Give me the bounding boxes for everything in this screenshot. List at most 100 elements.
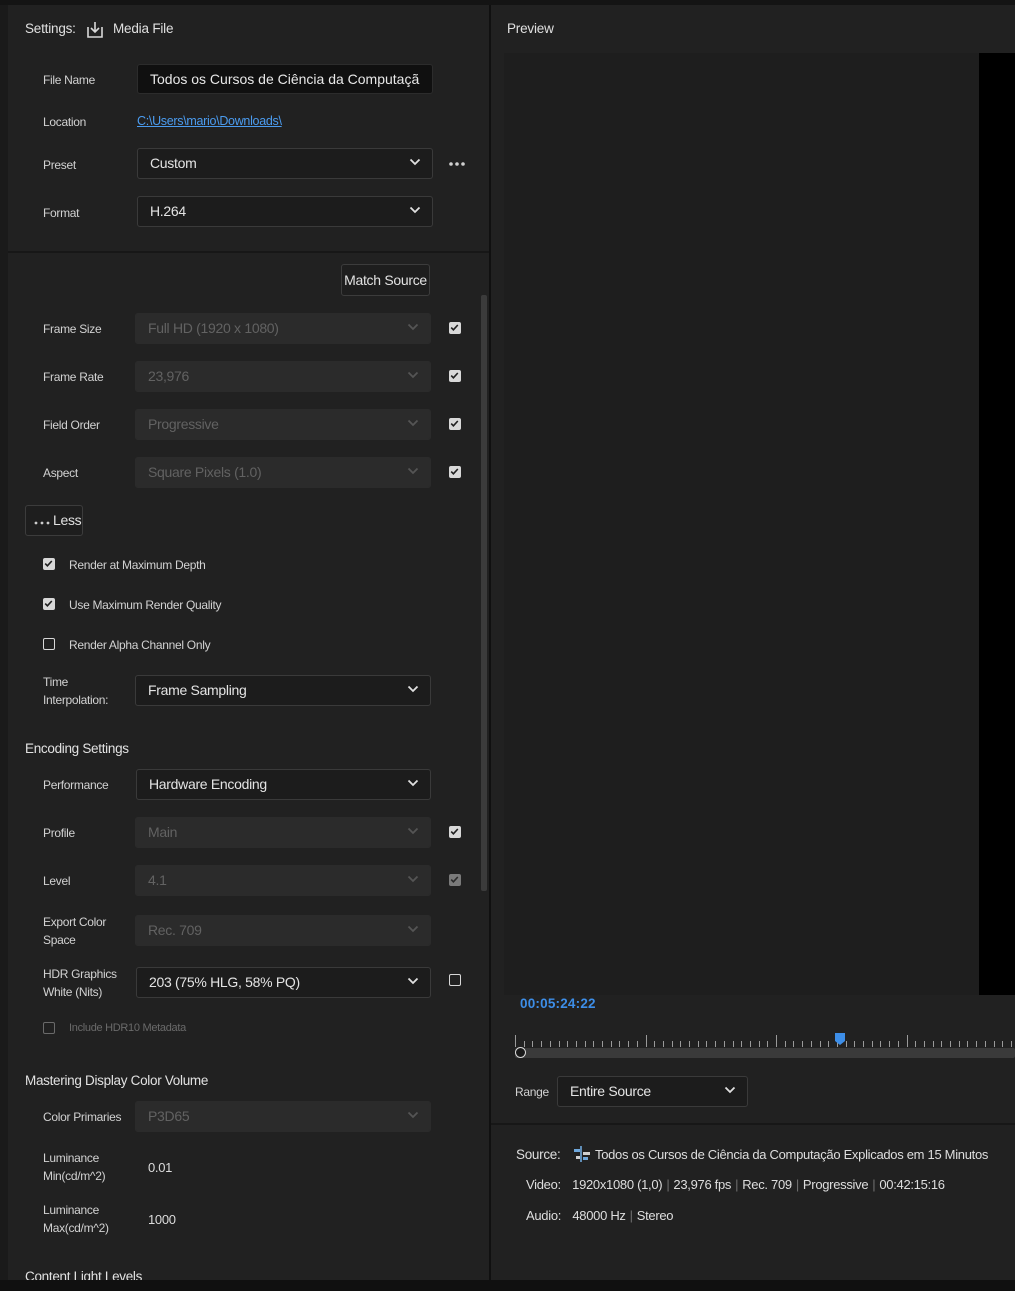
aspect-dropdown[interactable]: Square Pixels (1.0)	[135, 457, 431, 488]
location-label: Location	[43, 115, 86, 129]
lum-max-label-line1: Luminance	[43, 1203, 100, 1217]
export-color-label-line2: Space	[43, 933, 76, 947]
chevron-down-icon	[409, 197, 423, 226]
frame-size-dropdown[interactable]: Full HD (1920 x 1080)	[135, 313, 431, 344]
timeline-ruler[interactable]	[515, 1033, 1015, 1047]
ruler-tick	[732, 1041, 734, 1047]
less-button[interactable]: Less	[25, 505, 83, 536]
field-order-match-checkbox[interactable]	[449, 418, 461, 430]
ruler-tick	[680, 1041, 682, 1047]
max-render-quality-checkbox[interactable]	[43, 598, 55, 610]
export-color-value: Rec. 709	[148, 922, 202, 938]
video-scan: Progressive	[802, 1177, 869, 1192]
lum-min-value[interactable]: 0.01	[148, 1160, 172, 1175]
render-alpha-checkbox[interactable]	[43, 638, 55, 650]
time-interpolation-dropdown[interactable]: Frame Sampling	[135, 675, 431, 706]
export-color-label-line1: Export Color	[43, 915, 107, 929]
section-divider	[8, 251, 489, 253]
render-max-depth-checkbox[interactable]	[43, 558, 55, 570]
settings-panel: Settings: Media File File Name Todos os …	[8, 5, 489, 1280]
ruler-tick	[993, 1041, 995, 1047]
profile-dropdown[interactable]: Main	[135, 817, 431, 848]
frame-rate-match-checkbox[interactable]	[449, 370, 461, 382]
ruler-tick	[619, 1041, 621, 1047]
video-resolution: 1920x1080 (1,0)	[572, 1177, 663, 1192]
video-color: Rec. 709	[742, 1177, 792, 1192]
level-dropdown[interactable]: 4.1	[135, 865, 431, 896]
ruler-tick	[602, 1041, 603, 1047]
ruler-tick	[523, 1041, 525, 1047]
range-dropdown[interactable]: Entire Source	[557, 1076, 748, 1107]
color-primaries-dropdown[interactable]: P3D65	[135, 1101, 431, 1132]
ruler-tick	[854, 1041, 856, 1047]
chevron-down-icon	[407, 410, 421, 439]
video-info-row: Video: 1920x1080 (1,0) | 23,976 fps | Rec. 7…	[526, 1177, 945, 1192]
ruler-tick	[636, 1041, 638, 1047]
aspect-value: Square Pixels (1.0)	[148, 464, 262, 480]
preset-dropdown[interactable]: Custom	[137, 148, 433, 179]
export-download-icon	[86, 21, 104, 39]
separator: |	[629, 1208, 633, 1223]
encoding-settings-title: Encoding Settings	[25, 741, 129, 756]
lum-min-label-line1: Luminance	[43, 1151, 100, 1165]
ruler-tick	[515, 1035, 516, 1047]
range-bar[interactable]	[515, 1048, 1015, 1058]
ruler-tick	[810, 1041, 812, 1047]
hdr10-metadata-label: Include HDR10 Metadata	[69, 1022, 186, 1034]
export-color-space-dropdown[interactable]: Rec. 709	[135, 915, 431, 946]
ruler-tick	[645, 1035, 647, 1047]
frame-rate-dropdown[interactable]: 23,976	[135, 361, 431, 392]
chevron-down-icon	[407, 676, 421, 705]
format-dropdown[interactable]: H.264	[137, 196, 433, 227]
render-alpha-label: Render Alpha Channel Only	[69, 638, 211, 652]
preview-viewport[interactable]	[504, 53, 979, 995]
audio-label: Audio:	[526, 1208, 562, 1223]
aspect-match-checkbox[interactable]	[449, 466, 461, 478]
frame-size-value: Full HD (1920 x 1080)	[148, 320, 279, 336]
chevron-down-icon	[409, 149, 423, 178]
chevron-down-icon	[407, 916, 421, 945]
ruler-tick	[950, 1041, 951, 1047]
video-fps: 23,976 fps	[673, 1177, 732, 1192]
hdr-graphics-white-dropdown[interactable]: 203 (75% HLG, 58% PQ)	[136, 967, 431, 998]
chevron-down-icon	[407, 866, 421, 895]
frame-size-label: Frame Size	[43, 322, 102, 336]
lum-max-value[interactable]: 1000	[148, 1212, 176, 1227]
performance-label: Performance	[43, 778, 109, 792]
level-match-checkbox	[449, 874, 461, 886]
lum-max-label-line2: Max(cd/m^2)	[43, 1221, 109, 1235]
profile-label: Profile	[43, 826, 75, 840]
left-edge	[0, 5, 8, 1280]
ruler-tick	[871, 1041, 873, 1047]
in-point-handle[interactable]	[515, 1047, 526, 1058]
file-name-input[interactable]: Todos os Cursos de Ciência da Computaçã	[137, 64, 433, 94]
preview-panel: Preview 00:05:24:22 Range Entire Source …	[491, 5, 1015, 1280]
ruler-tick	[819, 1041, 821, 1047]
hdr10-metadata-checkbox	[43, 1022, 55, 1034]
performance-value: Hardware Encoding	[149, 776, 267, 792]
ruler-tick	[889, 1041, 891, 1047]
chevron-down-icon	[407, 770, 421, 799]
video-frame	[979, 53, 1015, 995]
ruler-tick	[715, 1041, 717, 1047]
lum-min-label-line2: Min(cd/m^2)	[43, 1169, 106, 1183]
separator: |	[872, 1177, 876, 1192]
profile-match-checkbox[interactable]	[449, 826, 461, 838]
time-interp-label-line1: Time	[43, 675, 69, 689]
current-timecode[interactable]: 00:05:24:22	[520, 996, 596, 1011]
ellipsis-icon	[34, 507, 50, 536]
ruler-tick	[967, 1041, 969, 1047]
match-source-button[interactable]: Match Source	[341, 264, 430, 296]
field-order-dropdown[interactable]: Progressive	[135, 409, 431, 440]
playhead[interactable]	[835, 1033, 845, 1045]
settings-scrollbar[interactable]	[481, 295, 487, 891]
frame-size-match-checkbox[interactable]	[449, 322, 461, 334]
performance-dropdown[interactable]: Hardware Encoding	[136, 769, 431, 800]
more-options-icon[interactable]	[448, 157, 468, 171]
hdr-checkbox[interactable]	[449, 974, 461, 986]
ruler-tick	[828, 1041, 830, 1047]
source-divider	[491, 1123, 1015, 1125]
source-name: Todos os Cursos de Ciência da Computação…	[595, 1147, 989, 1162]
location-link[interactable]: C:\Users\mario\Downloads\	[137, 114, 282, 128]
hdr-value: 203 (75% HLG, 58% PQ)	[149, 974, 300, 990]
